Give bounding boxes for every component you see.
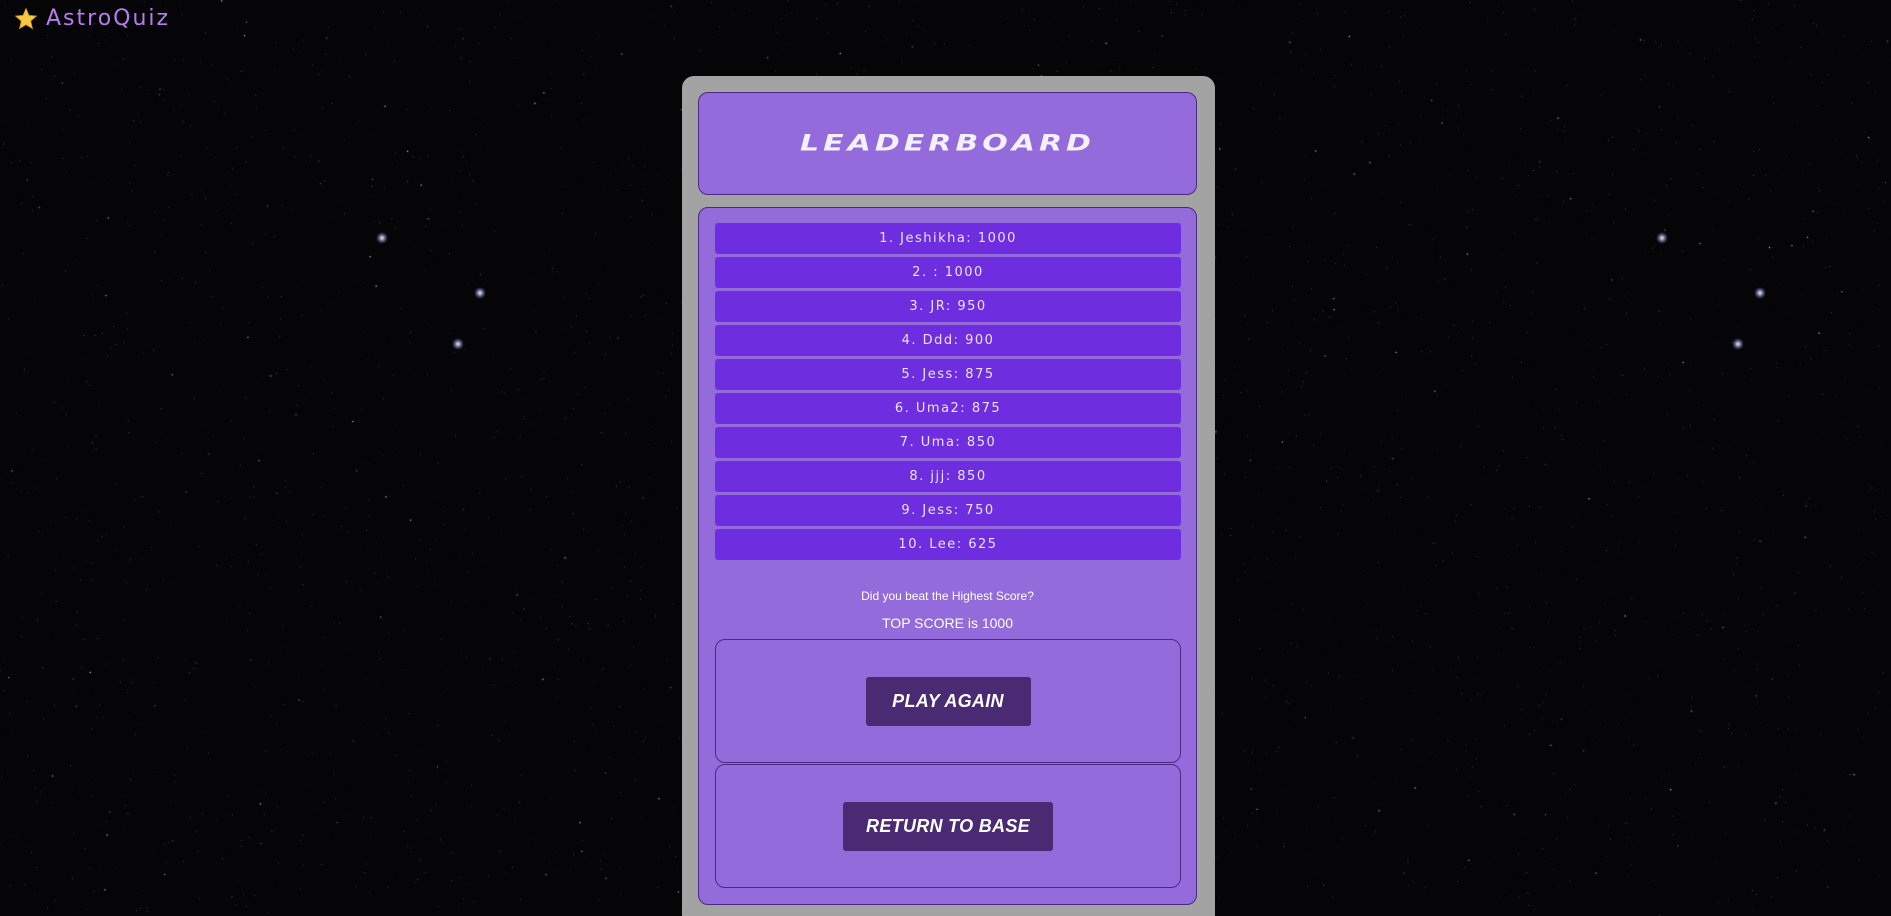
leaderboard-panel: LEADERBOARD 1. Jeshikha: 1000 2. : 1000 3.…: [682, 76, 1215, 916]
app-brand[interactable]: AstroQuiz: [14, 6, 170, 31]
top-score-text: TOP SCORE is 1000: [882, 615, 1013, 631]
leaderboard-row: 2. : 1000: [715, 257, 1181, 288]
leaderboard-row: 1. Jeshikha: 1000: [715, 223, 1181, 254]
leaderboard-row: 9. Jess: 750: [715, 495, 1181, 526]
beat-score-prompt: Did you beat the Highest Score?: [861, 589, 1034, 603]
leaderboard-list: 1. Jeshikha: 1000 2. : 1000 3. JR: 950 4. D…: [715, 223, 1181, 563]
leaderboard-row: 7. Uma: 850: [715, 427, 1181, 458]
app-name: AstroQuiz: [46, 6, 171, 31]
leaderboard-row: 3. JR: 950: [715, 291, 1181, 322]
leaderboard-row: 8. jjj: 850: [715, 461, 1181, 492]
leaderboard-card: 1. Jeshikha: 1000 2. : 1000 3. JR: 950 4. D…: [698, 207, 1197, 905]
title-card: LEADERBOARD: [698, 92, 1197, 195]
leaderboard-row: 6. Uma2: 875: [715, 393, 1181, 424]
leaderboard-row: 5. Jess: 875: [715, 359, 1181, 390]
page-title: LEADERBOARD: [800, 130, 1095, 157]
play-again-button[interactable]: PLAY AGAIN: [865, 676, 1031, 726]
return-to-base-button[interactable]: RETURN TO BASE: [843, 801, 1053, 851]
leaderboard-row: 10. Lee: 625: [715, 529, 1181, 560]
play-again-container: PLAY AGAIN: [715, 639, 1181, 763]
leaderboard-row: 4. Ddd: 900: [715, 325, 1181, 356]
return-to-base-container: RETURN TO BASE: [715, 764, 1181, 888]
star-icon: [14, 6, 38, 29]
